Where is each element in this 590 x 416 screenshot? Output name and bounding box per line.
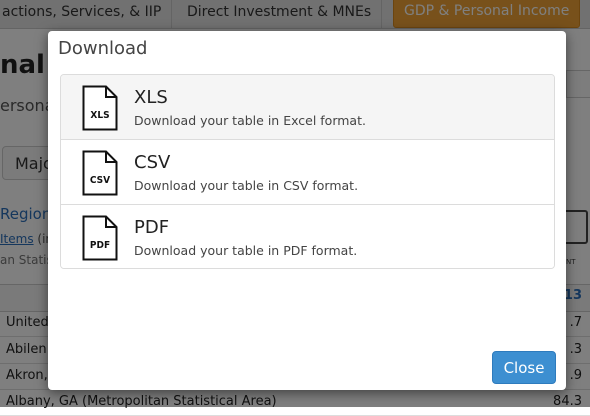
download-options-list: XLS XLS Download your table in Excel for…	[60, 74, 555, 269]
download-option-csv[interactable]: CSV CSV Download your table in CSV forma…	[61, 140, 554, 205]
option-description: Download your table in PDF format.	[134, 243, 358, 258]
download-dialog: Download XLS XLS Download your table in …	[48, 31, 566, 390]
option-description: Download your table in Excel format.	[134, 113, 366, 128]
close-button[interactable]: Close	[492, 351, 556, 384]
option-name: XLS	[134, 87, 168, 108]
svg-text:CSV: CSV	[90, 175, 110, 186]
dialog-title: Download	[58, 38, 148, 59]
option-name: PDF	[134, 217, 170, 238]
xls-file-icon: XLS	[82, 85, 118, 131]
csv-file-icon: CSV	[82, 150, 118, 196]
option-name: CSV	[134, 152, 171, 173]
option-description: Download your table in CSV format.	[134, 178, 359, 193]
svg-text:PDF: PDF	[90, 240, 110, 251]
download-option-pdf[interactable]: PDF PDF Download your table in PDF forma…	[61, 205, 554, 268]
svg-text:XLS: XLS	[90, 110, 109, 121]
pdf-file-icon: PDF	[82, 215, 118, 261]
download-option-xls[interactable]: XLS XLS Download your table in Excel for…	[61, 75, 554, 140]
